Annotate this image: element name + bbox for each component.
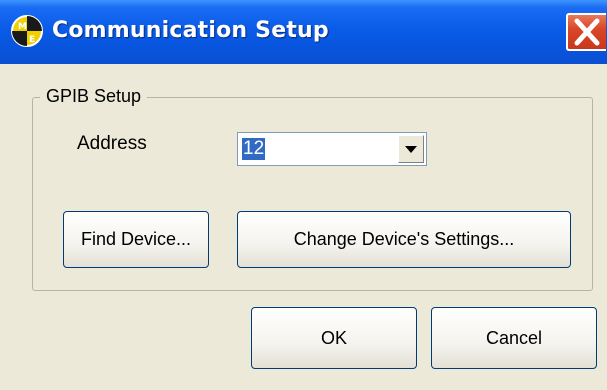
address-combobox[interactable]: 12 xyxy=(237,132,427,166)
title-bar[interactable]: M P E Communication Setup xyxy=(0,0,607,64)
dialog-window: M P E Communication Setup GPIB Setup Add… xyxy=(0,0,607,390)
address-value[interactable]: 12 xyxy=(242,138,266,160)
app-icon: M P E xyxy=(11,15,43,47)
change-device-settings-button[interactable]: Change Device's Settings... xyxy=(237,211,571,268)
ok-button[interactable]: OK xyxy=(251,307,417,369)
svg-text:M: M xyxy=(18,22,27,32)
address-label: Address xyxy=(77,133,147,154)
find-device-button[interactable]: Find Device... xyxy=(63,211,209,268)
cancel-button[interactable]: Cancel xyxy=(431,307,597,369)
chevron-down-icon xyxy=(405,146,417,153)
dropdown-button[interactable] xyxy=(398,135,424,163)
window-title: Communication Setup xyxy=(52,18,329,43)
svg-text:P: P xyxy=(29,21,36,31)
close-icon xyxy=(574,18,600,46)
svg-text:E: E xyxy=(29,35,35,45)
group-label: GPIB Setup xyxy=(40,86,148,107)
close-button[interactable] xyxy=(566,13,606,51)
